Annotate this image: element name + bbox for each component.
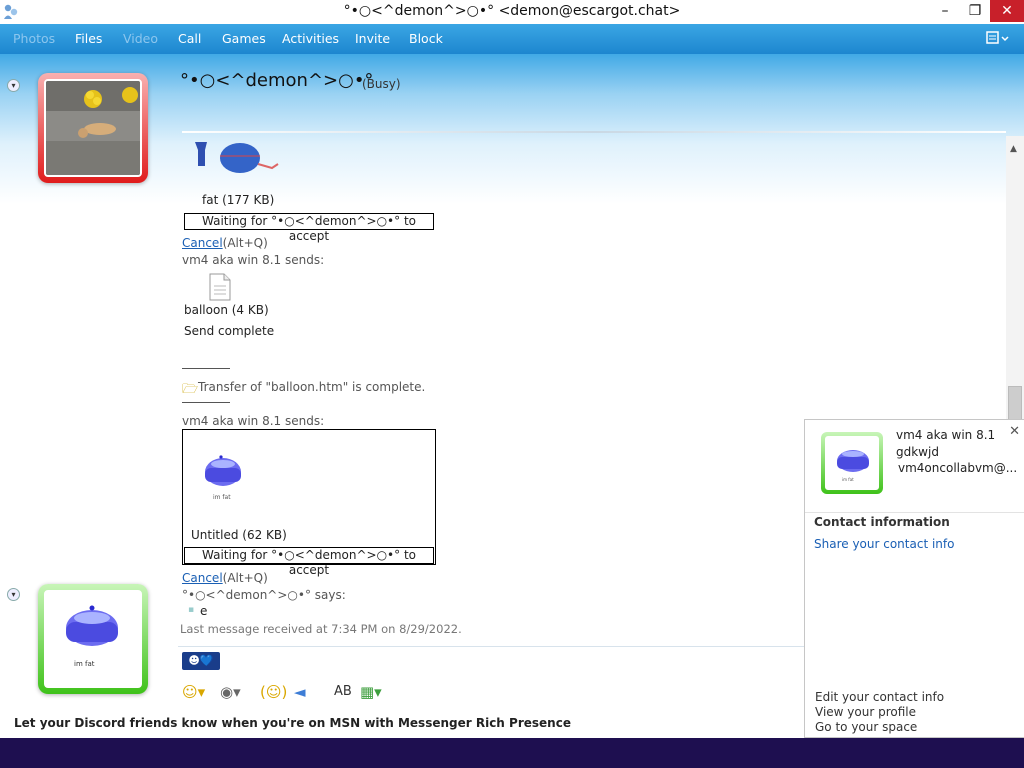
close-button[interactable]: ✕ (990, 0, 1024, 22)
title-bar: °•○<^demon^>○•° <demon@escargot.chat> – … (0, 0, 1024, 24)
maximize-button[interactable]: ❐ (960, 0, 990, 22)
cancel-link-1[interactable]: Cancel (182, 236, 223, 250)
sender-line-1: vm4 aka win 8.1 sends: (182, 253, 325, 267)
im-fat-image-icon[interactable] (201, 452, 245, 500)
emoticon-preview-icon[interactable]: ☻💙 (182, 652, 220, 670)
taskbar (0, 738, 1024, 768)
panel-email: vm4oncollabvm@... (898, 461, 1018, 475)
contact-card-avatar[interactable]: im fat (821, 432, 883, 494)
waiting-accept-box-2: Waiting for °•○<^demon^>○•° to accept (184, 547, 434, 577)
contact-card-panel: ✕ im fat vm4 aka win 8.1 gdkwjd vm4oncol… (804, 419, 1024, 738)
minimize-button[interactable]: – (930, 0, 960, 22)
own-avatar-image: im fat (44, 590, 142, 688)
collapse-self-icon[interactable]: ▾ (7, 588, 20, 601)
nudge-icon[interactable]: (☺) (260, 682, 287, 702)
separator-top (182, 368, 230, 369)
voice-clip-icon[interactable]: ◄ (294, 682, 306, 702)
menu-activities[interactable]: Activities (282, 31, 339, 46)
fat-file-preview (195, 142, 279, 173)
menu-photos[interactable]: Photos (13, 31, 55, 46)
message-bullet-icon: ▪ (188, 605, 195, 615)
share-contact-info-link[interactable]: Share your contact info (814, 537, 954, 551)
menu-files[interactable]: Files (75, 31, 102, 46)
says-line: °•○<^demon^>○•° says: (182, 588, 346, 602)
cancel-shortcut-2: (Alt+Q) (222, 571, 268, 585)
wink-icon[interactable]: ◉▾ (220, 682, 241, 702)
contact-card-avatar-caption: im fat (842, 477, 854, 482)
fat-file-label: fat (177 KB) (202, 193, 275, 207)
go-to-space-link[interactable]: Go to your space (815, 720, 917, 734)
menu-video[interactable]: Video (123, 31, 158, 46)
panel-personal-message: gdkwjd (896, 445, 939, 459)
panel-close-icon[interactable]: ✕ (1009, 424, 1020, 439)
balloon-file-label: balloon (4 KB) (184, 303, 269, 317)
menu-call[interactable]: Call (178, 31, 201, 46)
contact-name: °•○<^demon^>○•° (180, 70, 374, 91)
untitled-file-label: Untitled (62 KB) (191, 528, 287, 542)
collapse-contact-icon[interactable]: ▾ (7, 79, 20, 92)
panel-divider (805, 512, 1024, 513)
contact-avatar-photo (44, 79, 142, 177)
message-text: e (200, 604, 208, 618)
header-divider (182, 131, 1006, 133)
last-received-text: Last message received at 7:34 PM on 8/29… (180, 622, 462, 636)
cancel-shortcut-1: (Alt+Q) (222, 236, 268, 250)
panel-display-name: vm4 aka win 8.1 (896, 428, 996, 442)
window-title: °•○<^demon^>○•° <demon@escargot.chat> (343, 3, 681, 19)
menu-block[interactable]: Block (409, 31, 443, 46)
scroll-up-icon[interactable]: ▲ (1010, 144, 1017, 154)
input-toolbar: ☺▾ ◉▾ (☺) ◄ AB ▦▾ (178, 682, 804, 704)
rich-presence-banner[interactable]: Let your Discord friends know when you'r… (14, 716, 571, 730)
waiting-accept-box-1: Waiting for °•○<^demon^>○•° to accept (184, 213, 434, 243)
message-input-area[interactable]: ☻💙 (178, 646, 804, 678)
menu-games[interactable]: Games (222, 31, 266, 46)
document-icon[interactable] (208, 273, 232, 301)
emoticon-icon[interactable]: ☺▾ (182, 682, 205, 702)
options-icon[interactable] (986, 30, 1012, 48)
sender-line-2: vm4 aka win 8.1 sends: (182, 414, 325, 428)
send-complete-text: Send complete (184, 324, 275, 338)
image-transfer-box: im fat Untitled (62 KB) Waiting for °•○<… (182, 429, 436, 577)
cancel-transfer-1: Cancel(Alt+Q) (182, 236, 268, 250)
view-profile-link[interactable]: View your profile (815, 705, 916, 719)
contact-info-heading: Contact information (814, 515, 950, 529)
background-icon[interactable]: ▦▾ (360, 682, 382, 702)
image-caption: im fat (213, 494, 231, 501)
cancel-link-2[interactable]: Cancel (182, 571, 223, 585)
separator-bottom (182, 402, 230, 403)
own-avatar[interactable]: im fat (38, 584, 148, 694)
menu-invite[interactable]: Invite (355, 31, 390, 46)
edit-contact-info-link[interactable]: Edit your contact info (815, 690, 944, 704)
contact-avatar[interactable] (38, 73, 148, 183)
folder-open-icon[interactable]: 🗁 (182, 380, 198, 402)
contact-status: (Busy) (362, 77, 401, 91)
own-avatar-caption: im fat (74, 660, 95, 668)
font-icon[interactable]: AB (334, 682, 352, 702)
transfer-complete-message: Transfer of "balloon.htm" is complete. (198, 380, 426, 394)
menu-bar: Photos Files Video Call Games Activities… (0, 24, 1024, 54)
cancel-transfer-2: Cancel(Alt+Q) (182, 571, 268, 585)
